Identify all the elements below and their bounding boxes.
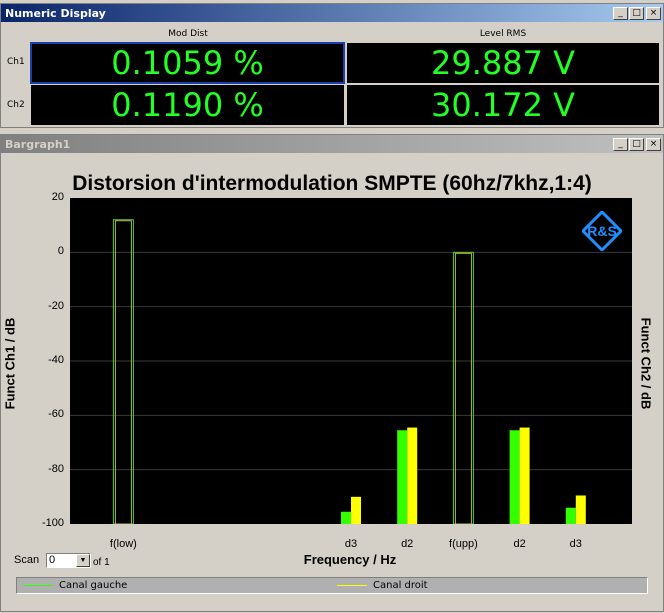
bar-chart xyxy=(70,219,632,525)
ch1-level-rms-value[interactable]: 29.887 V xyxy=(347,43,659,83)
bar-reference-inner xyxy=(454,252,472,525)
y-tick-label: -20 xyxy=(48,299,64,312)
close-button[interactable]: × xyxy=(646,137,661,151)
ch1-label: Ch1 xyxy=(7,57,25,67)
legend-label-ch2: Canal droit xyxy=(373,580,428,591)
maximize-button[interactable]: □ xyxy=(629,6,644,20)
legend-item-ch2: Canal droit xyxy=(337,580,428,591)
column-header-mod-dist: Mod Dist xyxy=(168,29,208,39)
numeric-display-window: Numeric Display _ □ × Mod Dist Level RMS… xyxy=(0,3,664,128)
bar-ch1 xyxy=(565,507,576,524)
y-tick-label: -60 xyxy=(48,408,64,421)
plot-area[interactable] xyxy=(70,198,632,525)
close-button[interactable]: × xyxy=(646,6,661,20)
rohde-schwarz-logo-icon: R&S xyxy=(582,211,622,251)
legend-swatch-ch2 xyxy=(337,585,367,586)
y-tick-label: -80 xyxy=(48,462,64,475)
x-tick-label: f(low) xyxy=(109,538,137,550)
legend: Canal gauche Canal droit xyxy=(16,577,648,594)
y-tick-label: 20 xyxy=(51,191,64,203)
bar-ch2 xyxy=(575,495,586,524)
bar-ch1 xyxy=(509,430,520,524)
ch1-mod-dist-value[interactable]: 0.1059 % xyxy=(30,42,345,84)
bar-reference xyxy=(112,219,134,525)
bargraph-title: Bargraph1 xyxy=(5,137,71,151)
bar-ch1 xyxy=(341,511,351,524)
scan-label: Scan xyxy=(14,554,40,566)
scan-value: 0 xyxy=(49,554,56,566)
column-header-level-rms: Level RMS xyxy=(479,29,527,39)
x-tick-label: d3 xyxy=(344,538,358,550)
x-tick-label: d2 xyxy=(513,538,526,550)
minimize-button[interactable]: _ xyxy=(613,6,628,20)
legend-item-ch1: Canal gauche xyxy=(23,580,127,591)
numeric-display-titlebar[interactable]: Numeric Display _ □ × xyxy=(1,4,663,22)
bar-ch2 xyxy=(519,427,530,524)
bar-ch2 xyxy=(351,496,361,524)
maximize-button[interactable]: □ xyxy=(629,137,644,151)
bargraph-titlebar[interactable]: Bargraph1 _ □ × xyxy=(1,135,663,153)
legend-label-ch1: Canal gauche xyxy=(59,580,128,591)
bar-ch2 xyxy=(407,427,418,524)
chart-title: Distorsion d'intermodulation SMPTE (60hz… xyxy=(72,172,592,195)
chevron-down-icon[interactable]: ▼ xyxy=(76,554,90,567)
y-tick-label: -40 xyxy=(48,354,64,366)
numeric-display-title: Numeric Display xyxy=(5,6,106,20)
legend-swatch-ch1 xyxy=(23,585,53,586)
ch2-label: Ch2 xyxy=(7,100,25,110)
y-axis-label-left: Funct Ch1 / dB xyxy=(2,317,18,410)
ch2-mod-dist-value[interactable]: 0.1190 % xyxy=(31,85,344,125)
bar-ch1 xyxy=(397,430,408,524)
scan-of-label: of 1 xyxy=(93,557,110,568)
x-tick-label: d3 xyxy=(569,538,582,550)
y-tick-label: -100 xyxy=(41,517,64,529)
x-tick-label: d2 xyxy=(401,538,414,550)
scan-select[interactable]: 0 ▼ xyxy=(46,553,91,568)
ch2-level-rms-value[interactable]: 30.172 V xyxy=(347,85,659,125)
x-tick-label: f(upp) xyxy=(449,538,478,550)
minimize-button[interactable]: _ xyxy=(613,137,628,151)
y-axis-label-right: Funct Ch2 / dB xyxy=(638,317,654,410)
y-tick-label: 0 xyxy=(57,245,64,258)
bar-reference-inner xyxy=(114,220,132,525)
bar-reference xyxy=(452,251,474,525)
svg-text:R&S: R&S xyxy=(587,223,617,239)
